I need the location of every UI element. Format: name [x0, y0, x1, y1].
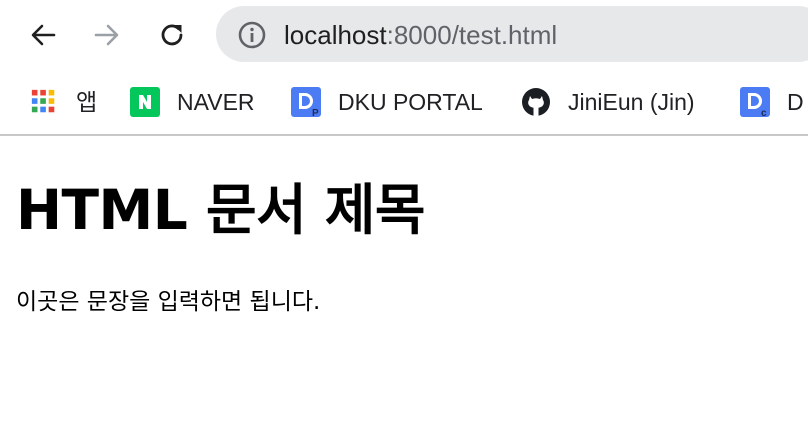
bookmark-dku-portal[interactable]: P DKU PORTAL [291, 82, 483, 122]
bookmark-label: DKU PORTAL [338, 89, 483, 115]
arrow-left-icon [31, 24, 56, 46]
bookmark-github[interactable]: JiniEun (Jin) [521, 82, 695, 122]
naver-icon [130, 87, 160, 117]
bookmark-dku[interactable]: c D [740, 82, 804, 122]
browser-toolbar: localhost:8000/test.html [0, 0, 808, 70]
url-text[interactable]: localhost:8000/test.html [284, 20, 557, 50]
reload-button[interactable] [152, 15, 192, 55]
forward-button[interactable] [87, 15, 127, 55]
github-icon [522, 88, 550, 116]
page-content: HTML 문서 제목 이곳은 문장을 입력하면 됩니다. [0, 136, 808, 438]
dku-portal-icon: P [291, 87, 321, 117]
dku-icon: c [740, 87, 770, 117]
bookmarks-bar: 앱 NAVER P DKU PORTAL JiniEun (Jin) c D [0, 70, 808, 134]
bookmark-label: JiniEun (Jin) [568, 89, 695, 115]
address-bar[interactable]: localhost:8000/test.html [216, 6, 808, 62]
reload-icon [161, 24, 183, 46]
page-heading: HTML 문서 제목 [16, 178, 426, 242]
bookmark-label: NAVER [177, 89, 255, 115]
arrow-right-icon [94, 24, 119, 46]
url-host: localhost [284, 20, 387, 50]
bookmark-apps[interactable]: 앱 [30, 82, 97, 122]
bookmark-naver[interactable]: NAVER [130, 82, 255, 122]
back-button[interactable] [23, 15, 63, 55]
url-path: :8000/test.html [386, 20, 558, 50]
bookmark-label: 앱 [76, 89, 98, 115]
bookmark-label: D [787, 89, 804, 115]
page-paragraph: 이곳은 문장을 입력하면 됩니다. [16, 289, 321, 315]
info-icon[interactable] [237, 20, 267, 50]
browser-window: localhost:8000/test.html 앱 NAVER P DKU P… [0, 0, 808, 438]
apps-grid-icon [31, 89, 55, 113]
svg-text:c: c [761, 108, 767, 117]
svg-text:P: P [312, 108, 319, 117]
